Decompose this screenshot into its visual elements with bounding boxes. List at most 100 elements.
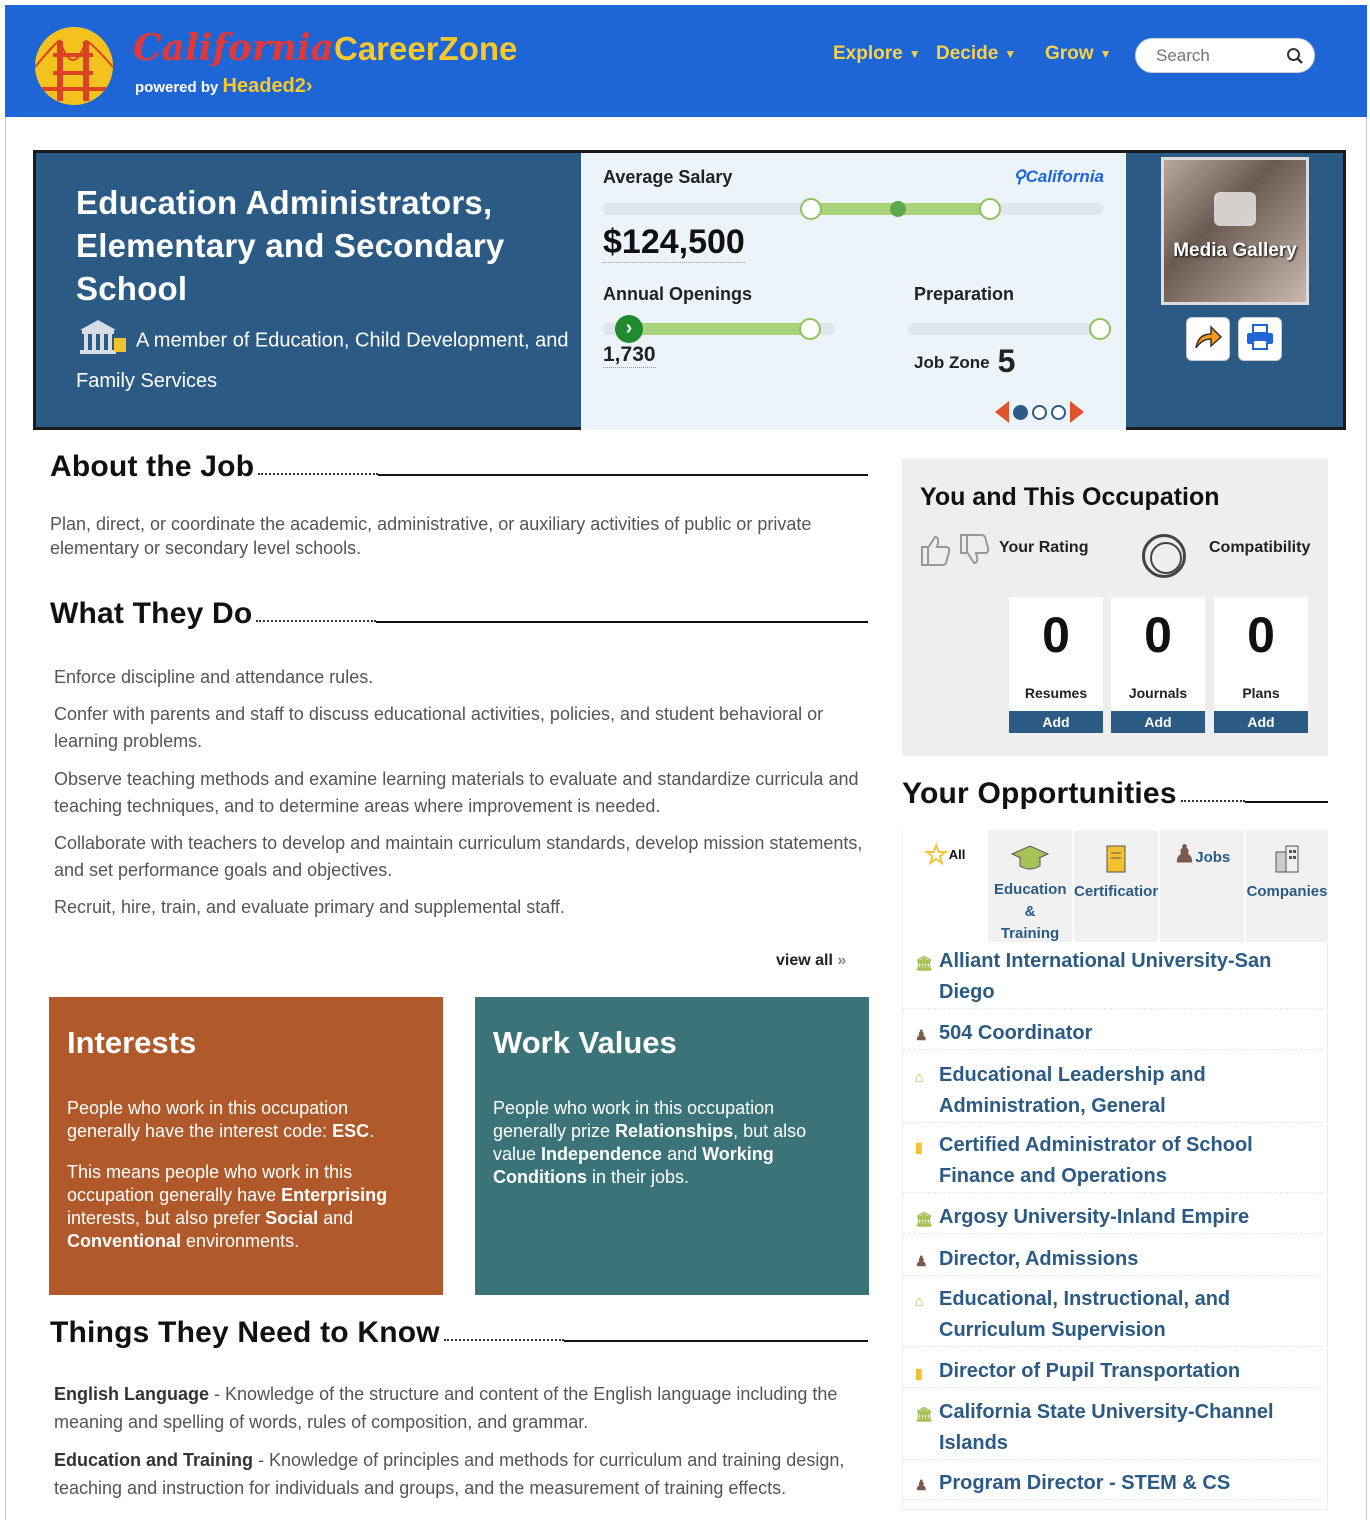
opportunity-label: Educational Leadership and Administratio…: [939, 1064, 1206, 1117]
headed2-arrow-icon: ›: [305, 75, 313, 97]
location-name: California: [1025, 167, 1104, 186]
brand-zone: CareerZone: [333, 30, 518, 67]
task-item: Enforce discipline and attendance rules.: [54, 667, 374, 687]
heading-rule: [256, 620, 377, 622]
list-item[interactable]: ▮ Director of Pupil Transportation: [903, 1356, 1323, 1388]
school-building-icon[interactable]: [76, 316, 128, 366]
opportunity-label: Director of Pupil Transportation: [939, 1360, 1241, 1382]
text-run: environments.: [181, 1231, 300, 1251]
tab-jobs[interactable]: ♟Jobs: [1160, 830, 1244, 942]
search-input[interactable]: [1156, 39, 1286, 72]
list-item[interactable]: 🏛 California State University-Channel Isl…: [903, 1397, 1323, 1460]
print-button[interactable]: [1238, 317, 1282, 361]
salary-high-marker: [979, 198, 1001, 220]
view-all-link[interactable]: view all »: [776, 952, 846, 970]
carousel-dot[interactable]: [1051, 404, 1066, 420]
search-icon[interactable]: [1286, 47, 1304, 70]
certificate-icon: ▮: [915, 1139, 923, 1155]
graduation-cap-icon: [988, 844, 1072, 879]
chevron-down-icon: ▼: [1004, 47, 1017, 61]
opportunity-label: Alliant International University-San Die…: [939, 950, 1272, 1003]
job-icon: ♟: [915, 1477, 928, 1493]
certificate-icon: [1074, 844, 1158, 881]
nav-grow-label: Grow: [1045, 43, 1094, 64]
text-run: .: [369, 1121, 375, 1141]
carousel-dot[interactable]: [1032, 404, 1047, 420]
tab-education-training[interactable]: Education & Training: [988, 830, 1072, 942]
work-values-card[interactable]: Work Values People who work in this occu…: [475, 997, 869, 1295]
openings-value: 1,730: [603, 343, 656, 368]
salary-label: Average Salary: [603, 167, 733, 187]
list-item[interactable]: ♟ Director, Admissions: [903, 1244, 1323, 1276]
share-button[interactable]: [1186, 317, 1230, 361]
member-text[interactable]: A member of Education, Child Development…: [76, 329, 568, 392]
add-journal-button[interactable]: Add: [1111, 711, 1205, 733]
heading-rule: [1180, 800, 1245, 802]
brand-name[interactable]: CaliforniaCareerZone: [133, 27, 517, 69]
interests-heading: Interests: [67, 1025, 197, 1060]
nav-explore[interactable]: Explore ▼: [833, 43, 921, 65]
resumes-counter: 0 Resumes Add: [1009, 597, 1103, 733]
opportunity-label: 504 Coordinator: [939, 1022, 1093, 1044]
interest-tertiary: Conventional: [67, 1231, 182, 1251]
job-icon: ♟: [915, 1253, 928, 1269]
tab-all[interactable]: ☆All: [902, 830, 986, 942]
list-item[interactable]: ⌂ Educational Leadership and Administrati…: [903, 1060, 1323, 1123]
opportunities-tabs: ☆All Education & Training Certification …: [902, 830, 1328, 942]
headed2-brand: Headed2: [222, 75, 306, 97]
add-resume-button[interactable]: Add: [1009, 711, 1103, 733]
interests-card[interactable]: Interests People who work in this occupa…: [49, 997, 443, 1295]
openings-label: Annual Openings: [603, 284, 753, 304]
what-they-do-heading-row: What They Do: [50, 597, 868, 631]
carousel-dot[interactable]: [1013, 404, 1028, 420]
list-item[interactable]: ⌂ Educational, Instructional, and Curricu…: [903, 1284, 1323, 1347]
what-they-do-heading: What They Do: [50, 597, 253, 630]
tab-label: Jobs: [1195, 849, 1231, 866]
tab-companies[interactable]: Companies: [1246, 830, 1328, 942]
share-arrow-icon: [1193, 324, 1223, 355]
tab-certification[interactable]: Certification: [1074, 830, 1158, 942]
job-zone-label: Job Zone: [914, 353, 990, 372]
list-item[interactable]: 🏛 Alliant International University-San Di…: [903, 946, 1323, 1009]
know-heading: Things They Need to Know: [50, 1316, 440, 1349]
interests-code-text: People who work in this occupation gener…: [67, 1097, 425, 1143]
opportunity-label: Program Director - STEM & CS: [939, 1472, 1231, 1494]
view-all-label: view all: [776, 952, 833, 969]
text-run: and: [662, 1144, 703, 1164]
counter-value: 0: [1247, 607, 1275, 663]
thumbs-down-icon[interactable]: [957, 533, 991, 572]
school-icon: 🏛: [915, 955, 933, 971]
occupation-hero: Education Administrators, Elementary and…: [33, 150, 1346, 430]
list-item[interactable]: ♟ 504 Coordinator: [903, 1018, 1323, 1050]
add-plan-button[interactable]: Add: [1214, 711, 1308, 733]
list-item[interactable]: 🏛 Argosy University-Inland Empire: [903, 1202, 1323, 1234]
task-item: Recruit, hire, train, and evaluate prima…: [54, 897, 565, 917]
location-link[interactable]: ⚲California: [1013, 167, 1104, 187]
about-heading-row: About the Job: [50, 450, 868, 484]
nav-grow[interactable]: Grow ▼: [1045, 43, 1111, 65]
certificate-icon: ▮: [915, 1365, 923, 1381]
heading-rule: [258, 473, 379, 475]
know-heading-row: Things They Need to Know: [50, 1316, 868, 1350]
occupation-title-line: Elementary and Secondary: [76, 227, 505, 264]
list-item[interactable]: ▮ Certified Administrator of School Finan…: [903, 1130, 1323, 1193]
school-icon: 🏛: [915, 1406, 933, 1422]
thumbs-up-icon[interactable]: [918, 533, 952, 572]
tab-label: Companies: [1246, 883, 1328, 900]
carousel-next-icon[interactable]: [1070, 401, 1084, 423]
counter-value: 0: [1144, 607, 1172, 663]
media-gallery-label: Media Gallery: [1173, 240, 1297, 261]
opportunity-label: Director, Admissions: [939, 1248, 1139, 1270]
text-run: in their jobs.: [586, 1167, 690, 1187]
knowledge-name: Education and Training: [54, 1450, 254, 1470]
nav-decide[interactable]: Decide ▼: [936, 43, 1016, 65]
occupation-stats-panel: Average Salary ⚲California $124,500 Annu…: [581, 153, 1126, 430]
carousel-prev-icon[interactable]: [995, 401, 1009, 423]
school-icon: 🏛: [915, 1211, 933, 1227]
preparation-track: [908, 323, 1108, 335]
golden-gate-logo-icon[interactable]: [35, 27, 113, 105]
text-run: People who work in this occupation gener…: [67, 1098, 349, 1141]
list-item[interactable]: ♟ Program Director - STEM & CS: [903, 1468, 1323, 1500]
openings-fill: [621, 323, 811, 335]
media-gallery[interactable]: Media Gallery: [1161, 157, 1309, 305]
